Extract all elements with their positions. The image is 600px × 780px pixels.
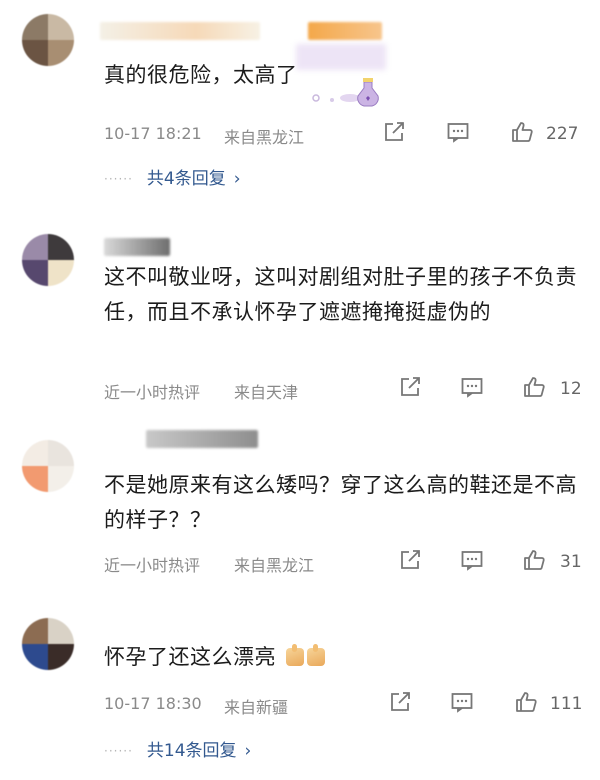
comment-meta: 10-17 18:21 来自黑龙江 227 <box>104 120 584 148</box>
comment-time: 近一小时热评 <box>104 383 201 402</box>
comment-text-body: 怀孕了还这么漂亮 <box>104 645 276 669</box>
comment-time: 近一小时热评 <box>104 556 201 575</box>
comment-meta: 近一小时热评 来自天津 12 <box>104 375 584 403</box>
username[interactable] <box>100 22 260 40</box>
like-count: 111 <box>550 694 583 714</box>
thumbs-up-emoji-icon <box>286 644 305 666</box>
replies-dots: ······ <box>104 172 133 186</box>
like-button[interactable] <box>522 375 548 401</box>
like-button[interactable] <box>510 120 536 146</box>
comment-location: 来自天津 <box>234 383 299 402</box>
comment-location: 来自黑龙江 <box>224 128 305 147</box>
view-replies-link[interactable]: ······ 共14条回复 › <box>104 736 251 761</box>
share-button[interactable] <box>382 120 408 146</box>
comment-icon <box>451 693 473 713</box>
thumbs-up-icon <box>516 692 537 712</box>
potion-decoration-icon <box>312 78 379 107</box>
avatar[interactable] <box>22 618 74 670</box>
comment-button[interactable] <box>460 375 486 401</box>
like-button[interactable] <box>514 690 540 716</box>
like-count: 31 <box>560 552 582 572</box>
share-icon <box>391 692 410 711</box>
like-count: 227 <box>546 124 579 144</box>
like-button[interactable] <box>522 548 548 574</box>
chevron-right-icon: › <box>244 741 252 761</box>
thumbs-up-emoji-icon <box>307 644 326 666</box>
replies-label: 共14条回复 <box>146 741 237 761</box>
comment-icon <box>447 123 469 143</box>
comment-button[interactable] <box>450 690 476 716</box>
comment-location: 来自新疆 <box>224 698 289 717</box>
share-button[interactable] <box>398 375 424 401</box>
comment-time: 10-17 18:21 <box>104 124 202 143</box>
thumbs-up-icon <box>524 377 545 397</box>
comment-icon <box>461 378 483 398</box>
replies-dots: ······ <box>104 744 133 758</box>
comment-time: 10-17 18:30 <box>104 694 202 713</box>
avatar[interactable] <box>22 14 74 66</box>
comment-meta: 10-17 18:30 来自新疆 111 <box>104 690 584 718</box>
user-badge <box>308 22 382 40</box>
share-icon <box>401 550 420 569</box>
comment-button[interactable] <box>460 548 486 574</box>
share-icon <box>385 122 404 141</box>
thumbs-up-icon <box>512 122 533 142</box>
username[interactable] <box>146 430 258 448</box>
comment-meta: 近一小时热评 来自黑龙江 31 <box>104 548 584 576</box>
comment-text: 不是她原来有这么矮吗？穿了这么高的鞋还是不高的样子？？ <box>104 473 577 532</box>
avatar[interactable] <box>22 440 74 492</box>
avatar[interactable] <box>22 234 74 286</box>
comment-text: 怀孕了还这么漂亮 <box>104 640 580 675</box>
view-replies-link[interactable]: ······ 共4条回复 › <box>104 164 241 189</box>
thumbs-up-icon <box>524 550 545 570</box>
share-icon <box>401 377 420 396</box>
like-count: 12 <box>560 379 582 399</box>
chevron-right-icon: › <box>233 169 241 189</box>
comment-text: 这不叫敬业呀，这叫对剧组对肚子里的孩子不负责任，而且不承认怀孕了遮遮掩掩挺虚伪的 <box>104 265 577 324</box>
comment-location: 来自黑龙江 <box>234 556 315 575</box>
share-button[interactable] <box>398 548 424 574</box>
comment-icon <box>461 551 483 571</box>
share-button[interactable] <box>388 690 414 716</box>
comment-button[interactable] <box>446 120 472 146</box>
username[interactable] <box>104 238 170 256</box>
replies-label: 共4条回复 <box>146 169 226 189</box>
